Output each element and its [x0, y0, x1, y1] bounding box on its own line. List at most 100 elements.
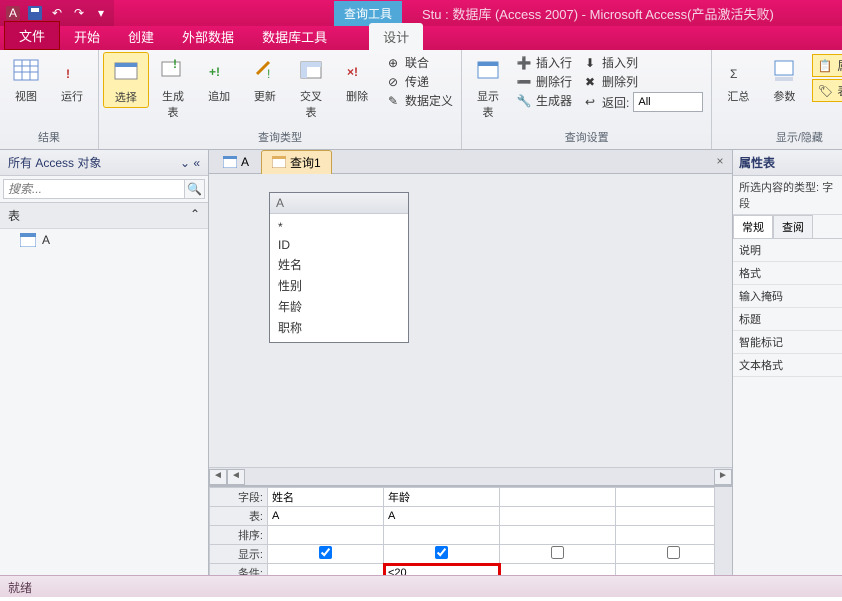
prop-tab-general[interactable]: 常规 — [733, 215, 773, 238]
doc-tab-query1[interactable]: 查询1 — [261, 150, 332, 174]
field-name[interactable]: 姓名 — [278, 254, 400, 275]
search-input[interactable] — [3, 179, 185, 199]
nav-group-tables[interactable]: 表 ⌃ — [0, 203, 208, 229]
table-cell-3[interactable] — [500, 507, 616, 526]
passthrough-button[interactable]: ⊘传递 — [385, 73, 453, 90]
builder-button[interactable]: 🔧生成器 — [516, 92, 572, 109]
show-checkbox-3[interactable] — [551, 546, 564, 559]
maketable-button[interactable]: ! 生成表 — [151, 52, 196, 122]
delete-label: 删除 — [346, 88, 368, 104]
property-subtitle: 所选内容的类型: 字段 — [733, 176, 842, 215]
prop-inputmask[interactable]: 输入掩码 — [733, 285, 842, 308]
deleterow-label: 删除行 — [536, 73, 572, 90]
save-icon[interactable] — [26, 4, 44, 22]
design-canvas[interactable]: A * ID 姓名 性别 年龄 职称 — [209, 174, 732, 467]
table-cell-2[interactable]: A — [384, 507, 500, 526]
sort-cell-2[interactable] — [384, 526, 500, 545]
show-cell-3[interactable] — [500, 545, 616, 564]
union-button[interactable]: ⊕联合 — [385, 54, 453, 71]
field-star[interactable]: * — [278, 218, 400, 236]
svg-text:Σ: Σ — [730, 67, 737, 81]
collapse-icon[interactable]: ⌃ — [190, 207, 200, 224]
prop-textformat[interactable]: 文本格式 — [733, 354, 842, 377]
field-gender[interactable]: 性别 — [278, 275, 400, 296]
scroll-left2-icon[interactable]: ◄ — [227, 469, 245, 485]
insertcol-label: 插入列 — [602, 54, 638, 71]
maketable-label: 生成表 — [157, 88, 190, 120]
deleterow-button[interactable]: ➖删除行 — [516, 73, 572, 90]
params-button[interactable]: 参数 — [762, 52, 806, 106]
undo-icon[interactable]: ↶ — [48, 4, 66, 22]
insertcol-button[interactable]: ⬇插入列 — [582, 54, 703, 71]
totals-button[interactable]: Σ 汇总 — [716, 52, 760, 106]
nav-header[interactable]: 所有 Access 对象 ⌄ « — [0, 150, 208, 176]
field-id[interactable]: ID — [278, 236, 400, 254]
show-cell-1[interactable] — [268, 545, 384, 564]
property-sheet: 属性表 所选内容的类型: 字段 常规 查阅 说明 格式 输入掩码 标题 智能标记… — [732, 150, 842, 575]
show-cell-2[interactable] — [384, 545, 500, 564]
close-icon[interactable]: × — [712, 154, 728, 170]
prop-tab-lookup[interactable]: 查阅 — [773, 215, 813, 238]
grid-vscroll[interactable] — [714, 487, 732, 575]
prop-caption[interactable]: 标题 — [733, 308, 842, 331]
builder-label: 生成器 — [536, 92, 572, 109]
group-querytype-label: 查询类型 — [103, 127, 457, 147]
field-age[interactable]: 年龄 — [278, 296, 400, 317]
run-label: 运行 — [61, 88, 83, 104]
showtable-button[interactable]: 显示表 — [466, 52, 510, 122]
show-checkbox-1[interactable] — [319, 546, 332, 559]
select-query-button[interactable]: 选择 — [103, 52, 149, 108]
append-button[interactable]: +! 追加 — [197, 52, 241, 106]
tab-external[interactable]: 外部数据 — [168, 23, 248, 50]
nav-item-table-a[interactable]: A — [0, 229, 208, 251]
crosstab-button[interactable]: 交叉表 — [289, 52, 334, 122]
svg-text:!: ! — [66, 67, 70, 81]
table-icon — [20, 233, 36, 247]
scroll-left-icon[interactable]: ◄ — [209, 469, 227, 485]
sort-cell-1[interactable] — [268, 526, 384, 545]
field-cell-2[interactable]: 年龄 — [384, 488, 500, 507]
tab-home[interactable]: 开始 — [60, 23, 114, 50]
view-label: 视图 — [15, 88, 37, 104]
doc-tab-a[interactable]: A — [213, 152, 259, 172]
svg-text:×!: ×! — [347, 65, 358, 79]
run-button[interactable]: ! 运行 — [50, 52, 94, 106]
view-button[interactable]: 视图 — [4, 52, 48, 106]
chevron-down-icon[interactable]: ⌄ « — [180, 156, 200, 170]
redo-icon[interactable]: ↷ — [70, 4, 88, 22]
scroll-right-icon[interactable]: ► — [714, 469, 732, 485]
tab-file[interactable]: 文件 — [4, 21, 60, 50]
tab-design[interactable]: 设计 — [369, 23, 423, 50]
insertrow-button[interactable]: ➕插入行 — [516, 54, 572, 71]
prop-smarttags[interactable]: 智能标记 — [733, 331, 842, 354]
table-fieldlist[interactable]: A * ID 姓名 性别 年龄 职称 — [269, 192, 409, 343]
field-cell-1[interactable]: 姓名 — [268, 488, 384, 507]
nav-title: 所有 Access 对象 — [8, 154, 101, 171]
return-combo[interactable] — [633, 92, 703, 112]
sort-cell-3[interactable] — [500, 526, 616, 545]
table-cell-1[interactable]: A — [268, 507, 384, 526]
search-icon[interactable]: 🔍 — [185, 179, 205, 199]
delete-query-button[interactable]: ×! 删除 — [335, 52, 379, 106]
union-icon: ⊕ — [385, 55, 401, 71]
prop-format[interactable]: 格式 — [733, 262, 842, 285]
update-button[interactable]: ! 更新 — [243, 52, 287, 106]
deletecol-button[interactable]: ✖删除列 — [582, 73, 703, 90]
prop-description[interactable]: 说明 — [733, 239, 842, 262]
tablenames-button[interactable]: 🏷表名称 — [812, 79, 842, 102]
show-checkbox-2[interactable] — [435, 546, 448, 559]
field-title[interactable]: 职称 — [278, 317, 400, 338]
propsheet-button[interactable]: 📋属性表 — [812, 54, 842, 77]
show-checkbox-4[interactable] — [667, 546, 680, 559]
field-cell-3[interactable] — [500, 488, 616, 507]
canvas-hscroll[interactable]: ◄ ◄ ► — [209, 467, 732, 485]
tab-dbtools[interactable]: 数据库工具 — [248, 23, 341, 50]
svg-text:+!: +! — [209, 65, 220, 79]
datadef-button[interactable]: ✎数据定义 — [385, 92, 453, 109]
app-icon[interactable]: A — [4, 4, 22, 22]
qat-dropdown-icon[interactable]: ▾ — [92, 4, 110, 22]
tab-create[interactable]: 创建 — [114, 23, 168, 50]
union-label: 联合 — [405, 54, 429, 71]
status-text: 就绪 — [8, 581, 32, 595]
document-tabs: A 查询1 × — [209, 150, 732, 174]
